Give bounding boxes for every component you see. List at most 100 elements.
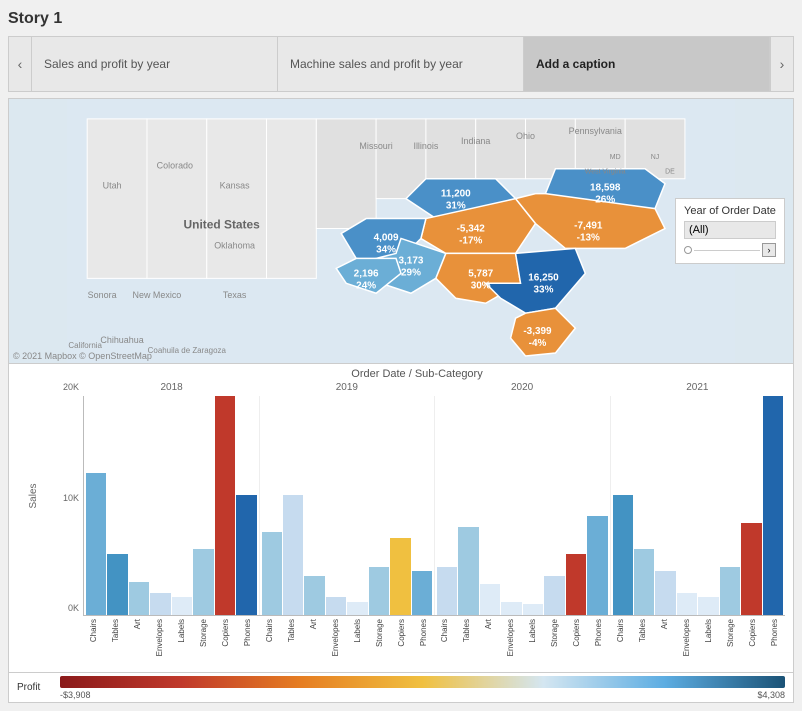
bar-2019-labels	[347, 602, 367, 615]
profit-max: $4,308	[757, 690, 785, 700]
nav-arrow-left[interactable]: ‹	[8, 36, 32, 92]
cat-label-art-2019: Art	[309, 619, 318, 629]
svg-text:34%: 34%	[376, 244, 396, 255]
bar-2018-envelopes	[150, 593, 170, 615]
svg-text:-4%: -4%	[529, 338, 547, 349]
profit-labels: -$3,908 $4,308	[60, 690, 785, 700]
bar-2018-phones	[236, 495, 256, 615]
cat-label-env-2018: Envelopes	[155, 619, 164, 656]
cat-label-chairs-2021: Chairs	[616, 619, 625, 642]
bars-2021	[611, 396, 786, 615]
cat-label-art-2021: Art	[660, 619, 669, 629]
cat-label-cop-2021: Copiers	[748, 619, 757, 647]
bar-2018-chairs	[86, 473, 106, 615]
bar-2018-tables	[107, 554, 127, 615]
bar-2020-labels	[523, 604, 543, 615]
year-label-2019: 2019	[259, 382, 434, 396]
slider-handle[interactable]	[684, 246, 692, 254]
bars-plot	[83, 396, 785, 616]
cat-label-ph-2021: Phones	[770, 619, 779, 646]
cat-label-ph-2019: Phones	[419, 619, 428, 646]
nav-tab-2[interactable]: Machine sales and profit by year	[278, 36, 524, 92]
cat-label-tables-2019: Tables	[287, 619, 296, 642]
svg-text:Coahuila de Zaragoza: Coahuila de Zaragoza	[148, 346, 227, 355]
bar-2021-chairs	[613, 495, 633, 615]
svg-text:California: California	[68, 341, 102, 350]
cat-label-stor-2018: Storage	[199, 619, 208, 647]
story-nav: ‹ Sales and profit by year Machine sales…	[8, 36, 794, 92]
bar-chart-title: Order Date / Sub-Category	[49, 368, 785, 380]
svg-text:5,787: 5,787	[468, 268, 493, 279]
cat-label-stor-2020: Storage	[550, 619, 559, 647]
svg-text:30%: 30%	[471, 280, 491, 291]
bar-2021-copiers	[741, 523, 761, 615]
cat-label-cop-2018: Copiers	[221, 619, 230, 647]
slider-track	[694, 250, 760, 251]
svg-text:-13%: -13%	[577, 232, 600, 243]
svg-text:16,250: 16,250	[528, 272, 559, 283]
svg-text:3,173: 3,173	[399, 255, 424, 266]
bar-2020-copiers	[566, 554, 586, 615]
bar-2019-copiers	[390, 538, 410, 615]
svg-text:DE: DE	[665, 169, 675, 176]
slider-btn-fwd[interactable]: ›	[762, 243, 776, 257]
bar-2021-labels	[698, 597, 718, 615]
bar-chart-section: Order Date / Sub-Category Sales 20K 10K …	[9, 364, 793, 672]
nav-tab-3[interactable]: Add a caption	[524, 36, 770, 92]
cat-label-env-2020: Envelopes	[506, 619, 515, 656]
bar-2021-envelopes	[677, 593, 697, 615]
bar-2019-art	[304, 576, 324, 615]
cat-label-art-2018: Art	[133, 619, 142, 629]
profit-gradient-bar	[60, 676, 785, 688]
svg-text:Pennsylvania: Pennsylvania	[569, 126, 622, 136]
bar-2020-art	[480, 584, 500, 615]
cat-labels-2018: Chairs Tables Art Envelopes Labels Stora…	[83, 616, 259, 668]
map-section: Utah Colorado Kansas Oklahoma Texas New …	[9, 99, 793, 364]
profit-min: -$3,908	[60, 690, 91, 700]
bar-2020-phones	[587, 516, 607, 615]
year-filter: Year of Order Date (All) ›	[675, 198, 785, 264]
svg-text:Illinois: Illinois	[413, 141, 438, 151]
year-label-2018: 2018	[84, 382, 259, 396]
story-title: Story 1	[8, 8, 794, 30]
bar-2021-art	[655, 571, 675, 615]
cat-label-lab-2021: Labels	[704, 619, 713, 643]
nav-arrow-right[interactable]: ›	[770, 36, 794, 92]
cat-label-tables-2020: Tables	[462, 619, 471, 642]
bars-2020	[435, 396, 611, 615]
bar-2020-envelopes	[501, 602, 521, 615]
svg-text:Oklahoma: Oklahoma	[214, 240, 255, 250]
svg-text:-5,342: -5,342	[457, 223, 486, 234]
svg-text:26%: 26%	[595, 195, 615, 206]
cat-label-chairs-2018: Chairs	[89, 619, 98, 642]
cat-labels-2019: Chairs Tables Art Envelopes Labels Stora…	[259, 616, 435, 668]
svg-text:Chihuahua: Chihuahua	[100, 335, 143, 345]
cat-label-env-2021: Envelopes	[682, 619, 691, 656]
y-tick-20k: 20K	[63, 382, 79, 392]
year-label-2020: 2020	[435, 382, 610, 396]
nav-tab-1[interactable]: Sales and profit by year	[32, 36, 278, 92]
y-tick-10k: 10K	[63, 493, 79, 503]
svg-text:29%: 29%	[401, 267, 421, 278]
bar-2021-storage	[720, 567, 740, 615]
category-labels: Chairs Tables Art Envelopes Labels Stora…	[83, 616, 785, 668]
year-label-2021: 2021	[610, 382, 785, 396]
main-container: Story 1 ‹ Sales and profit by year Machi…	[0, 0, 802, 711]
bar-2019-tables	[283, 495, 303, 615]
cat-label-env-2019: Envelopes	[331, 619, 340, 656]
cat-label-stor-2019: Storage	[375, 619, 384, 647]
svg-text:4,009: 4,009	[374, 232, 399, 243]
svg-text:-17%: -17%	[459, 235, 482, 246]
mapbox-credit: © 2021 Mapbox © OpenStreetMap	[13, 351, 152, 361]
year-filter-title: Year of Order Date	[684, 205, 776, 217]
cat-label-chairs-2020: Chairs	[440, 619, 449, 642]
bar-2020-storage	[544, 576, 564, 615]
chart-area: Utah Colorado Kansas Oklahoma Texas New …	[8, 98, 794, 703]
y-axis-label: Sales	[28, 484, 39, 509]
cat-label-lab-2020: Labels	[528, 619, 537, 643]
year-filter-value[interactable]: (All)	[684, 221, 776, 239]
year-slider: ›	[684, 243, 776, 257]
svg-text:2,196: 2,196	[354, 268, 379, 279]
bar-2019-envelopes	[326, 597, 346, 615]
cat-label-cop-2019: Copiers	[397, 619, 406, 647]
